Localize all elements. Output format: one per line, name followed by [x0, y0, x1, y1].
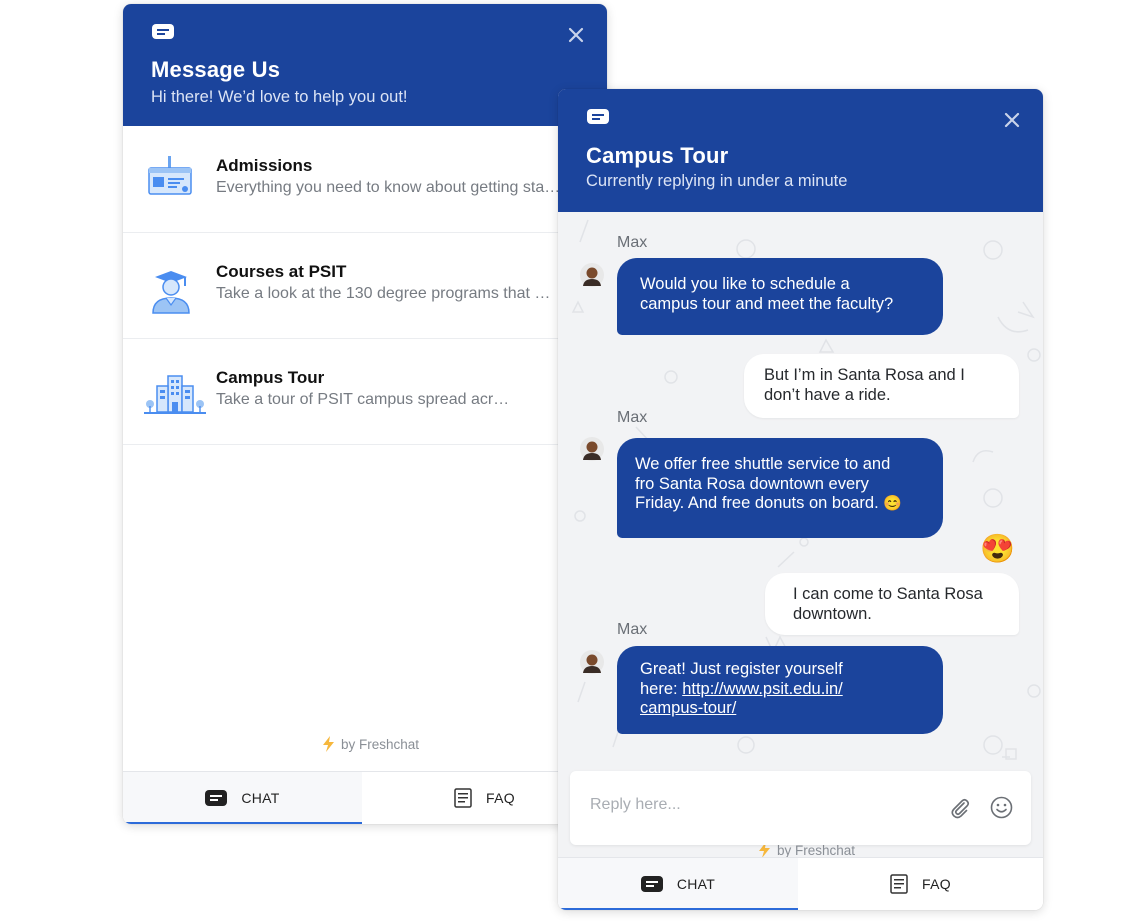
- tab-bar: CHAT FAQ: [558, 857, 1043, 910]
- message-line: We offer free shuttle service to and: [635, 455, 891, 473]
- tab-label: FAQ: [486, 790, 515, 806]
- topic-description: Take a look at the 130 degree programs t…: [216, 285, 561, 302]
- chat-header: Campus Tour Currently replying in under …: [558, 89, 1043, 212]
- message-line: Would you like to schedule a: [640, 275, 850, 293]
- tab-faq[interactable]: FAQ: [798, 858, 1043, 910]
- heart-eyes-emoji: 😍: [980, 533, 1015, 564]
- agent-message: Would you like to schedule a campus tour…: [617, 258, 943, 335]
- message-line: downtown.: [793, 604, 872, 623]
- chat-bubble-icon: [205, 790, 228, 806]
- reply-composer: [570, 771, 1031, 845]
- close-icon[interactable]: [1003, 111, 1021, 129]
- tab-label: FAQ: [922, 876, 951, 892]
- lightning-icon: [323, 736, 334, 752]
- message-us-header: Message Us Hi there! We’d love to help y…: [123, 4, 607, 126]
- message-line: Friday. And free donuts on board.: [635, 494, 879, 512]
- topic-title: Courses at PSIT: [216, 262, 347, 281]
- powered-by[interactable]: by Freshchat: [322, 736, 419, 752]
- topic-description: Everything you need to know about gettin…: [216, 179, 561, 196]
- chat-bubble-icon: [152, 24, 174, 39]
- message-list[interactable]: Max Would you like to schedule a campus …: [558, 212, 1043, 858]
- agent-avatar: [580, 437, 604, 461]
- chat-bubble-icon: [640, 876, 663, 892]
- chat-title: Campus Tour: [586, 143, 729, 168]
- reply-input[interactable]: [588, 795, 932, 815]
- topic-title: Campus Tour: [216, 368, 325, 387]
- sender-name: Max: [617, 621, 648, 638]
- powered-by-text: by Freshchat: [341, 736, 420, 752]
- paperclip-icon[interactable]: [949, 797, 971, 819]
- agent-avatar: [580, 263, 604, 287]
- message-line: campus tour and meet the faculty?: [640, 294, 894, 313]
- article-icon: [454, 788, 472, 808]
- widget-subtitle: Hi there! We’d love to help you out!: [151, 88, 408, 106]
- agent-avatar: [580, 650, 604, 674]
- agent-message: We offer free shuttle service to and fro…: [617, 438, 943, 538]
- campus-building-icon: [144, 375, 206, 414]
- tab-label: CHAT: [676, 876, 716, 892]
- message-line: I can come to Santa Rosa: [793, 585, 983, 603]
- sender-name: Max: [617, 409, 648, 426]
- smiling-emoji: 😊: [883, 495, 902, 512]
- chat-bubble-icon: [587, 109, 609, 124]
- message-line: don’t have a ride.: [764, 385, 891, 404]
- tab-label: CHAT: [241, 790, 280, 806]
- id-card-icon: [148, 156, 192, 195]
- topic-campus-tour[interactable]: Campus Tour Take a tour of PSIT campus s…: [123, 338, 607, 445]
- close-icon[interactable]: [567, 26, 585, 44]
- tab-bar: CHAT FAQ: [123, 771, 607, 824]
- graduate-icon: [152, 271, 190, 314]
- message-line: fro Santa Rosa downtown every: [635, 474, 869, 493]
- topic-title: Admissions: [216, 156, 313, 175]
- emoji-picker-icon[interactable]: [990, 796, 1013, 819]
- topic-courses[interactable]: Courses at PSIT Take a look at the 130 d…: [123, 232, 607, 339]
- tab-chat[interactable]: CHAT: [123, 772, 362, 824]
- campus-tour-chat-widget: Campus Tour Currently replying in under …: [558, 89, 1043, 910]
- widget-title: Message Us: [151, 57, 281, 82]
- agent-message: Great! Just register yourself here: http…: [617, 646, 943, 734]
- topic-admissions[interactable]: Admissions Everything you need to know a…: [123, 126, 607, 233]
- message-line: Great! Just register yourself: [640, 660, 843, 678]
- topic-description: Take a tour of PSIT campus spread across…: [216, 391, 516, 408]
- tab-chat[interactable]: CHAT: [558, 858, 798, 910]
- message-line: But I’m in Santa Rosa and I: [764, 366, 965, 384]
- user-message: But I’m in Santa Rosa and I don’t have a…: [744, 354, 1019, 418]
- article-icon: [890, 874, 908, 894]
- message-line: here:: [640, 679, 683, 698]
- registration-link[interactable]: campus-tour/: [640, 699, 736, 717]
- sender-name: Max: [617, 234, 648, 251]
- chat-subtitle: Currently replying in under a minute: [586, 172, 848, 190]
- message-us-widget: Message Us Hi there! We’d love to help y…: [123, 4, 607, 824]
- registration-link[interactable]: http://www.psit.edu.in/: [682, 680, 843, 698]
- user-message: I can come to Santa Rosa downtown.: [765, 573, 1019, 635]
